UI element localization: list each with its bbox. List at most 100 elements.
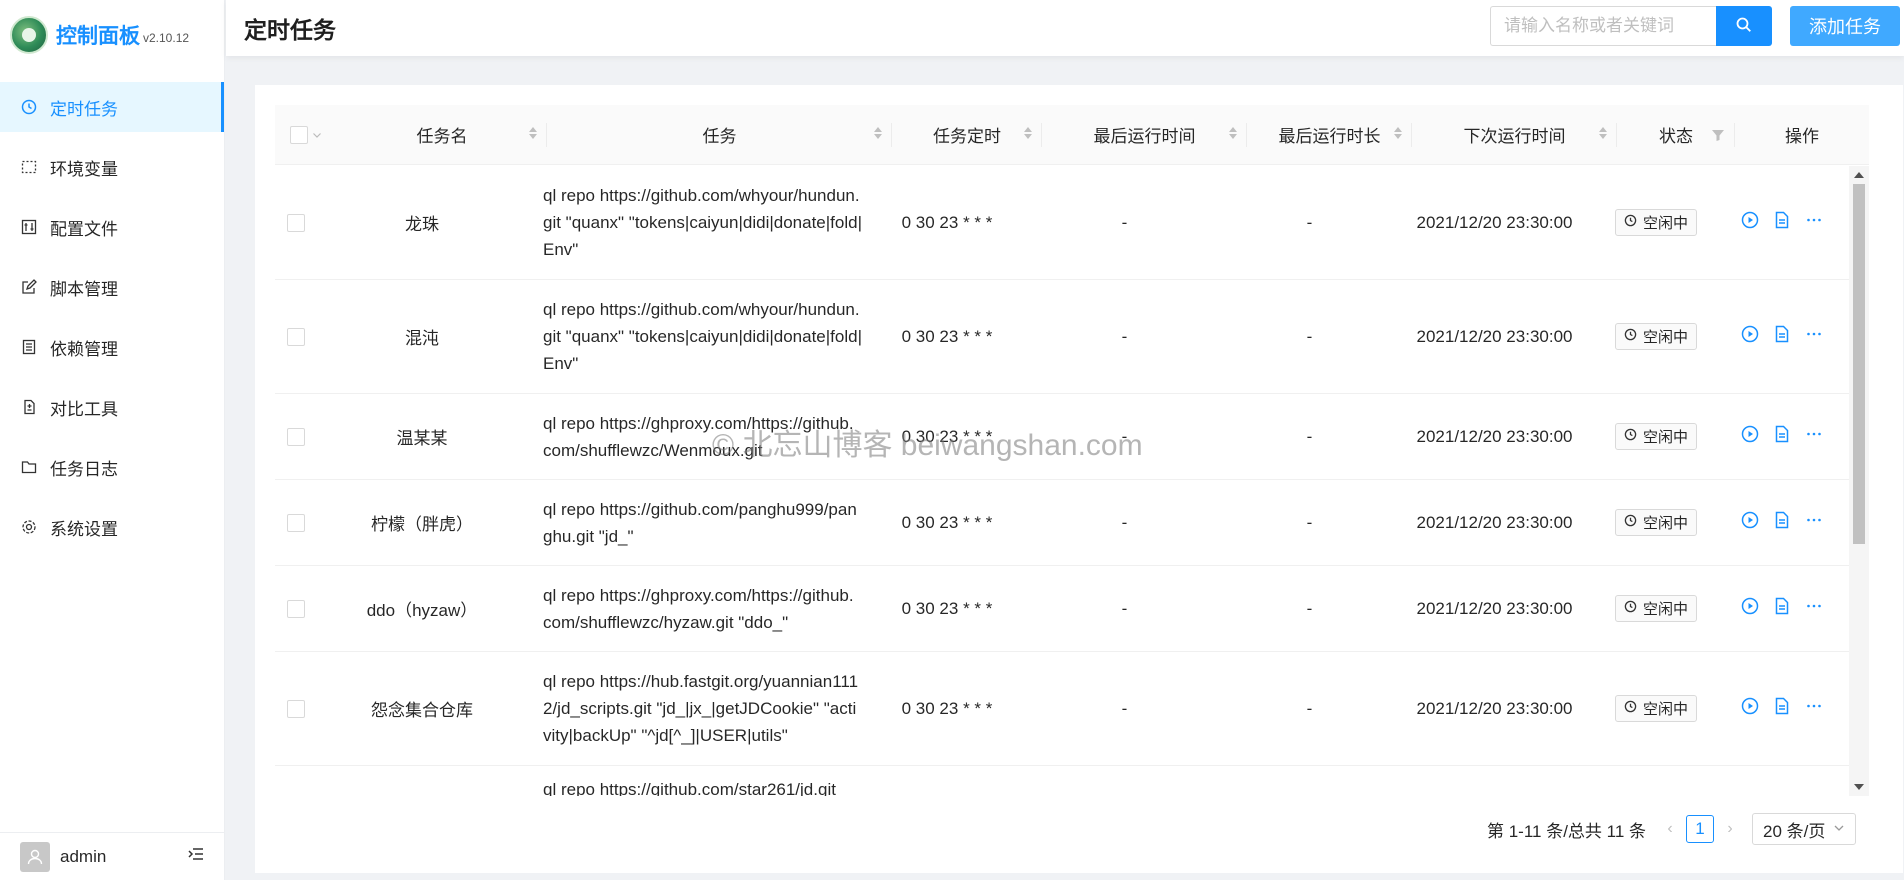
- scroll-down-icon[interactable]: [1854, 784, 1864, 790]
- page-size-select[interactable]: 20 条/页: [1752, 813, 1857, 845]
- log-icon[interactable]: [1773, 211, 1791, 234]
- play-icon[interactable]: [1741, 697, 1759, 720]
- logo[interactable]: 控制面板 v2.10.12: [0, 0, 224, 70]
- task-table: 任务名 任务 任务定时 最后运行时间 最后运行时长 下次运行时间 状态 操作 龙…: [275, 105, 1869, 796]
- search-input[interactable]: [1490, 6, 1716, 46]
- avatar[interactable]: [20, 841, 50, 872]
- task-command: ql repo https://github.com/panghu999/pan…: [543, 499, 857, 546]
- task-name[interactable]: 混沌: [317, 280, 527, 393]
- task-next-run: 2021/12/20 23:30:00: [1416, 426, 1573, 446]
- sort-icon[interactable]: [529, 126, 537, 139]
- more-icon[interactable]: [1805, 697, 1823, 720]
- play-icon[interactable]: [1741, 597, 1759, 620]
- sidebar-item-diff[interactable]: 对比工具: [0, 382, 224, 432]
- setting-icon: [20, 518, 38, 536]
- play-icon[interactable]: [1741, 425, 1759, 448]
- play-icon[interactable]: [1741, 511, 1759, 534]
- status-badge: 空闲中: [1614, 423, 1697, 450]
- page-number[interactable]: 1: [1686, 815, 1715, 843]
- status-badge: 空闲中: [1614, 509, 1697, 536]
- table-scrollbar[interactable]: [1849, 166, 1869, 796]
- row-checkbox[interactable]: [287, 699, 305, 718]
- status-label: 空闲中: [1642, 329, 1688, 346]
- sort-icon[interactable]: [1024, 126, 1032, 139]
- column-label: 状态: [1659, 127, 1693, 146]
- column-header-name[interactable]: 任务名: [337, 105, 547, 165]
- scroll-up-icon[interactable]: [1854, 172, 1864, 178]
- task-duration: -: [1306, 426, 1313, 446]
- select-all-checkbox[interactable]: [290, 125, 308, 144]
- log-icon[interactable]: [1773, 425, 1791, 448]
- sidebar-item-scripts[interactable]: 脚本管理: [0, 262, 224, 312]
- sidebar-item-label: 脚本管理: [50, 279, 118, 299]
- sort-icon[interactable]: [874, 126, 882, 139]
- status-label: 空闲中: [1642, 429, 1688, 446]
- column-header-task[interactable]: 任务: [547, 105, 892, 165]
- app-version: v2.10.12: [143, 31, 190, 45]
- diff-icon: [20, 398, 38, 416]
- row-checkbox[interactable]: [287, 427, 305, 446]
- more-icon[interactable]: [1805, 511, 1823, 534]
- table-header: 任务名 任务 任务定时 最后运行时间 最后运行时长 下次运行时间 状态 操作: [275, 105, 1869, 165]
- sort-icon[interactable]: [1229, 126, 1237, 139]
- more-icon[interactable]: [1805, 211, 1823, 234]
- menu-fold-icon[interactable]: [187, 845, 205, 868]
- column-header-duration[interactable]: 最后运行时长: [1247, 105, 1412, 165]
- sidebar-item-logs[interactable]: 任务日志: [0, 442, 224, 492]
- column-header-status[interactable]: 状态: [1617, 105, 1735, 165]
- filter-icon[interactable]: [1711, 127, 1725, 147]
- sidebar-item-cron[interactable]: 定时任务: [0, 82, 224, 132]
- more-icon[interactable]: [1805, 597, 1823, 620]
- log-icon[interactable]: [1773, 511, 1791, 534]
- row-checkbox[interactable]: [287, 213, 305, 232]
- task-duration: -: [1306, 598, 1313, 618]
- task-name[interactable]: 柠檬（胖虎）: [317, 480, 527, 565]
- clock-icon: [1624, 428, 1637, 445]
- play-icon[interactable]: [1741, 211, 1759, 234]
- row-checkbox[interactable]: [287, 327, 305, 346]
- task-duration: -: [1306, 212, 1313, 232]
- sort-icon[interactable]: [1599, 126, 1607, 139]
- column-header-last-run[interactable]: 最后运行时间: [1042, 105, 1247, 165]
- sidebar: 控制面板 v2.10.12 定时任务 环境变量 配置文件 脚本管理 依赖管理 对…: [0, 0, 225, 880]
- task-name[interactable]: 怨念集合仓库: [317, 652, 527, 765]
- search-button[interactable]: [1716, 6, 1772, 46]
- control-icon: [20, 218, 38, 236]
- sidebar-item-settings[interactable]: 系统设置: [0, 502, 224, 552]
- log-icon[interactable]: [1773, 325, 1791, 348]
- task-cron: 0 30 23 * * *: [901, 698, 993, 718]
- column-header-cron[interactable]: 任务定时: [892, 105, 1042, 165]
- username[interactable]: admin: [60, 847, 106, 867]
- add-task-button[interactable]: 添加任务: [1790, 6, 1900, 46]
- more-icon[interactable]: [1805, 325, 1823, 348]
- column-header-actions: 操作: [1735, 105, 1869, 165]
- log-icon[interactable]: [1773, 697, 1791, 720]
- task-last-run: -: [1121, 698, 1128, 718]
- more-icon[interactable]: [1805, 425, 1823, 448]
- clock-icon: [20, 98, 38, 116]
- task-name[interactable]: 温某某: [317, 394, 527, 479]
- task-name[interactable]: ddo（hyzaw）: [317, 566, 527, 651]
- clock-icon: [1624, 700, 1637, 717]
- scroll-thumb[interactable]: [1853, 184, 1865, 544]
- sidebar-item-env[interactable]: 环境变量: [0, 142, 224, 192]
- row-actions: [1741, 511, 1823, 534]
- task-last-run: -: [1121, 598, 1128, 618]
- row-actions: [1741, 425, 1823, 448]
- next-page-icon[interactable]: ›: [1720, 815, 1740, 843]
- page-header: 定时任务 添加任务: [226, 0, 1904, 56]
- row-checkbox[interactable]: [287, 599, 305, 618]
- task-next-run: 2021/12/20 23:30:00: [1416, 698, 1573, 718]
- play-icon[interactable]: [1741, 325, 1759, 348]
- task-next-run: 2021/12/20 23:30:00: [1416, 512, 1573, 532]
- prev-page-icon[interactable]: ‹: [1660, 815, 1680, 843]
- sidebar-item-config[interactable]: 配置文件: [0, 202, 224, 252]
- row-checkbox[interactable]: [287, 513, 305, 532]
- log-icon[interactable]: [1773, 597, 1791, 620]
- sidebar-item-deps[interactable]: 依赖管理: [0, 322, 224, 372]
- column-header-next-run[interactable]: 下次运行时间: [1412, 105, 1617, 165]
- chevron-down-icon[interactable]: [312, 125, 322, 145]
- task-duration: -: [1306, 326, 1313, 346]
- sort-icon[interactable]: [1394, 126, 1402, 139]
- task-name[interactable]: 龙珠: [317, 166, 527, 279]
